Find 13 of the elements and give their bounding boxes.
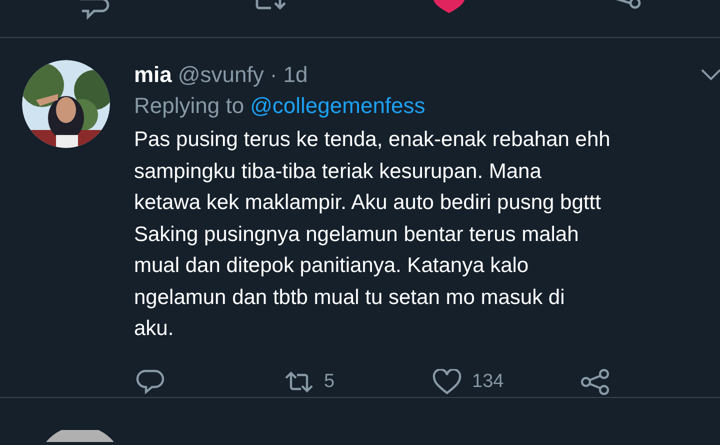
heart-icon[interactable] <box>432 368 462 394</box>
retweet-icon[interactable] <box>284 370 314 394</box>
mention-link[interactable]: @collegemenfess <box>250 93 426 119</box>
reply-icon[interactable] <box>136 368 164 394</box>
tweet-text: Pas pusing terus ke tenda, enak-enak rebahan ehh sampingku tiba-tiba teriak kesurupan. Mana ketawa kek maklampir. Aku auto bediri pusng bgttt Saking pusingnya ngelamun bentar terus malah mual dan ditepok panitianya. Katanya kalo ngelamun dan tbtb mual tu setan mo masuk di aku. <box>134 127 612 342</box>
retweet-count: 5 <box>324 370 335 392</box>
replying-label: Replying to <box>134 93 244 119</box>
like-count: 134 <box>472 370 504 392</box>
timestamp: · 1d <box>270 62 308 88</box>
user-handle[interactable]: @svunfy <box>178 62 264 88</box>
user-name[interactable]: mia <box>134 62 172 88</box>
chevron-down-icon[interactable] <box>700 68 720 82</box>
share-icon[interactable] <box>580 368 610 394</box>
